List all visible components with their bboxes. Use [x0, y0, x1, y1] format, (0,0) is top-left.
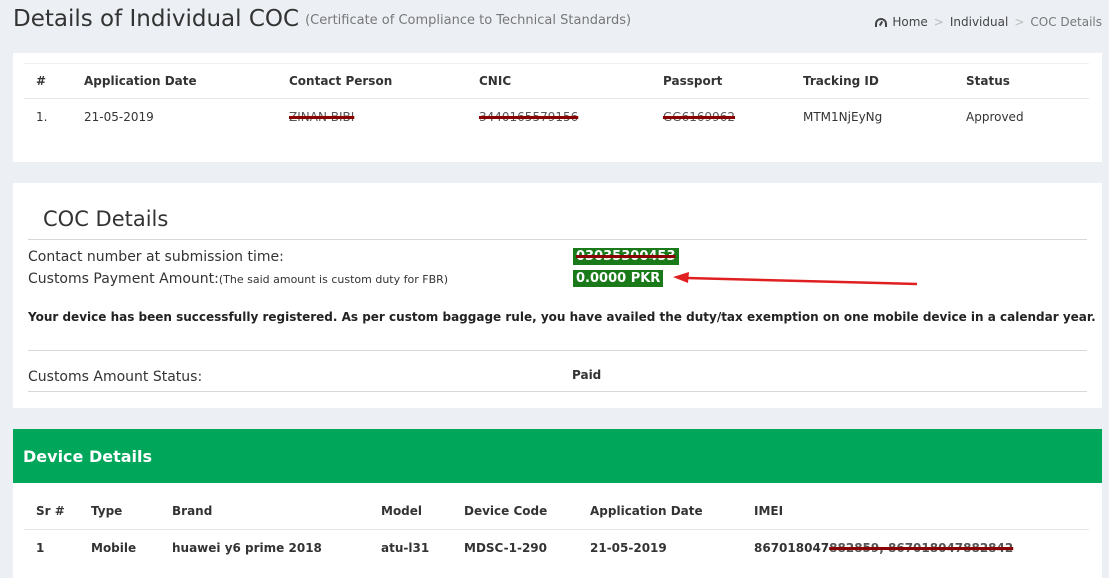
divider [28, 391, 1087, 392]
device-application-date: 21-05-2019 [590, 541, 667, 555]
dashboard-icon [875, 18, 888, 27]
breadcrumb-current: COC Details [1030, 15, 1102, 29]
status: Approved [966, 110, 1024, 124]
customs-payment-label: Customs Payment Amount:(The said amount … [28, 271, 448, 287]
customs-payment-value: 0.0000 PKR [573, 270, 664, 287]
column-header: Type [91, 493, 172, 530]
passport: GG6169962 [663, 110, 736, 124]
device-table: Sr # Type Brand Model Device Code Applic… [24, 493, 1089, 566]
customs-status-label: Customs Amount Status: [28, 369, 203, 385]
device-details-header: Device Details [13, 429, 1102, 483]
table-row: 1 Mobile huawei y6 prime 2018 atu-l31 MD… [24, 530, 1089, 567]
column-header: CNIC [479, 63, 663, 99]
customs-payment-label-text: Customs Payment Amount: [28, 271, 219, 287]
imei-visible: 867018047 [754, 541, 830, 555]
column-header: Tracking ID [803, 63, 966, 99]
column-header: Device Code [464, 493, 590, 530]
column-header: Status [966, 63, 1089, 99]
page-title-text: Details of Individual COC [13, 6, 300, 32]
divider [28, 239, 1087, 240]
contact-number-text: 03035300453 [576, 249, 676, 264]
row-index: 1. [36, 110, 48, 124]
contact-person: ZINAN BIBI [289, 110, 355, 124]
device-details-title: Device Details [23, 447, 153, 466]
column-header: Application Date [590, 493, 754, 530]
breadcrumb-home[interactable]: Home [892, 15, 927, 29]
contact-number-label: Contact number at submission time: [28, 249, 284, 265]
cnic: 3440165579156 [479, 110, 579, 124]
breadcrumb-separator: > [1014, 15, 1025, 29]
application-table: # Application Date Contact Person CNIC P… [24, 63, 1089, 135]
contact-number-value: 03035300453 [573, 248, 679, 265]
column-header: Passport [663, 63, 803, 99]
red-arrow-icon [673, 272, 918, 286]
device-sr: 1 [36, 541, 45, 555]
tracking-id: MTM1NjEyNg [803, 110, 883, 124]
application-date: 21-05-2019 [84, 110, 154, 124]
device-brand: huawei y6 prime 2018 [172, 541, 322, 555]
coc-details-box: COC Details Contact number at submission… [13, 183, 1102, 408]
registration-message: Your device has been successfully regist… [28, 310, 1096, 324]
column-header: IMEI [754, 493, 1089, 530]
device-model: atu-l31 [381, 541, 430, 555]
page-header: Details of Individual COC (Certificate of… [0, 0, 1109, 50]
column-header: Brand [172, 493, 381, 530]
device-type: Mobile [91, 541, 137, 555]
table-row: 1. 21-05-2019 ZINAN BIBI 3440165579156 G… [24, 99, 1089, 136]
breadcrumb-individual[interactable]: Individual [950, 15, 1008, 29]
customs-payment-note: (The said amount is custom duty for FBR) [218, 273, 449, 286]
application-box: # Application Date Contact Person CNIC P… [13, 53, 1102, 162]
page-title: Details of Individual COC (Certificate of… [13, 6, 631, 32]
imei-redacted: 882859, 867018047882842 [829, 541, 1014, 555]
coc-details-title: COC Details [43, 207, 169, 231]
breadcrumb-separator: > [933, 15, 944, 29]
device-imei: 867018047882859, 867018047882842 [754, 530, 1089, 567]
column-header: Model [381, 493, 464, 530]
column-header: Contact Person [289, 63, 479, 99]
table-header-row: # Application Date Contact Person CNIC P… [24, 63, 1089, 99]
customs-status-value: Paid [572, 368, 602, 382]
column-header: Application Date [84, 63, 289, 99]
device-code: MDSC-1-290 [464, 541, 547, 555]
device-details-box: Device Details Sr # Type Brand Model Dev… [13, 429, 1102, 578]
column-header: Sr # [24, 493, 91, 530]
page-subtitle: (Certificate of Compliance to Technical … [305, 13, 632, 28]
table-header-row: Sr # Type Brand Model Device Code Applic… [24, 493, 1089, 530]
divider [28, 350, 1087, 351]
breadcrumb: Home > Individual > COC Details [875, 15, 1102, 29]
column-header: # [24, 63, 84, 99]
